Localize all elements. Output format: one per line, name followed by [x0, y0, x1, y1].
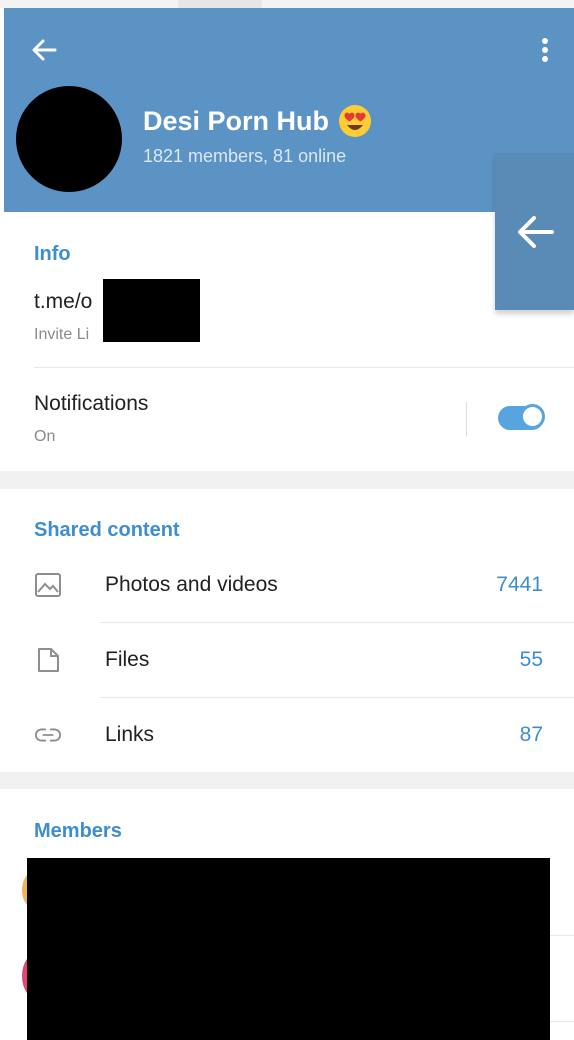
more-options-button[interactable]	[530, 28, 560, 72]
divider	[100, 622, 574, 623]
heart-eyes-emoji-icon	[339, 105, 372, 137]
top-tab	[178, 0, 262, 8]
arrow-left-icon	[32, 39, 57, 61]
arrow-left-icon	[517, 215, 554, 248]
info-section-title: Info	[34, 243, 71, 265]
profile-header: Desi Porn Hub 1821 members, 81 online	[4, 8, 574, 212]
invite-link[interactable]: t.me/o	[34, 290, 92, 314]
image-icon	[34, 571, 62, 599]
shared-photos-count: 7441	[496, 573, 543, 596]
toggle-knob[interactable]	[520, 404, 545, 429]
more-vertical-icon	[542, 38, 548, 62]
section-separator	[0, 772, 574, 789]
divider	[100, 697, 574, 698]
group-title: Desi Porn Hub	[143, 104, 372, 138]
overlay-back-button[interactable]	[495, 153, 574, 310]
shared-files-count: 55	[519, 648, 543, 671]
shared-files-label[interactable]: Files	[105, 648, 149, 672]
members-section-title: Members	[34, 820, 122, 842]
member-count: 1821 members, 81 online	[143, 146, 347, 166]
shared-links-label[interactable]: Links	[105, 723, 154, 747]
file-icon	[34, 646, 62, 674]
status-strip	[0, 0, 574, 8]
group-avatar[interactable]	[16, 86, 122, 192]
link-icon	[34, 721, 62, 749]
divider-vertical	[466, 402, 467, 436]
notifications-title[interactable]: Notifications	[34, 392, 148, 416]
back-button[interactable]	[24, 30, 64, 70]
shared-photos-label[interactable]: Photos and videos	[105, 573, 278, 597]
notifications-status: On	[34, 428, 56, 445]
shared-content-title: Shared content	[34, 519, 180, 541]
shared-links-count: 87	[519, 723, 543, 746]
divider	[34, 367, 574, 368]
redaction-box	[103, 279, 200, 342]
invite-link-label: Invite Li	[34, 326, 90, 343]
section-separator	[0, 471, 574, 489]
redaction-box	[27, 858, 550, 1040]
